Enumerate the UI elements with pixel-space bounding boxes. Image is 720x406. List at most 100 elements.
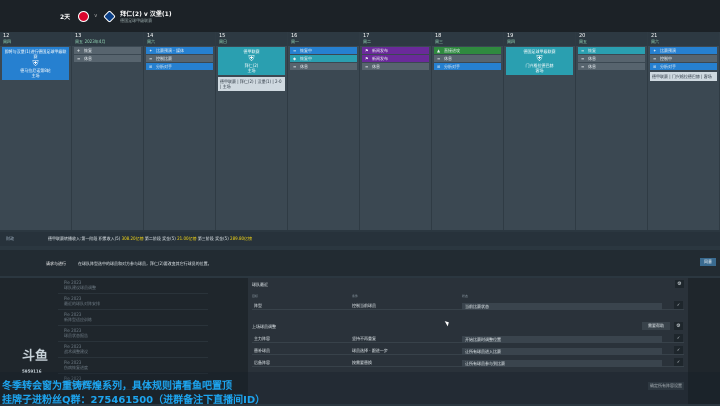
accept-button[interactable]: 同意: [700, 258, 716, 266]
calendar: 12 周四 即将与汉堡(1)进行德国足球甲级联赛 ⛨ 德马拉尼诺第8轮 主场 13 周五 20…: [0, 32, 720, 230]
row-check-icon[interactable]: ✓: [674, 346, 683, 354]
request-text: 在球队阵型选中的球员和对方参与球员，拜仁(2)要改变其它行球员的位置。: [78, 261, 212, 266]
session-item[interactable]: ⚑ 新闻发布: [362, 55, 429, 62]
day-weekday: 周四: [3, 39, 11, 44]
session-item[interactable]: ⊞ 分析对手: [650, 63, 717, 70]
list-item[interactable]: Pie 2023 球队建议球员调整: [58, 278, 208, 294]
session-label: 直接进攻: [444, 48, 460, 53]
session-label: 比赛预演: [660, 48, 676, 53]
session-label: 恢复: [84, 48, 92, 53]
calendar-day-19[interactable]: 19 周四 德国足球甲级联赛 ⛨ 门兴格拉德巴赫 客场: [504, 32, 576, 230]
calendar-day-16[interactable]: 16 周一 ≡ 恢复中 ◆ 恢复中 ≡ 休息: [288, 32, 360, 230]
list-item-text: 战术调整建议: [64, 349, 88, 354]
match-card[interactable]: 德甲联赛 ⛨ 拜仁(2) 主场: [218, 47, 285, 75]
calendar-day-13[interactable]: 13 周五 2023年4月 ✈ 恢复 ≡ 休息: [72, 32, 144, 230]
session-icon: ✈: [77, 48, 81, 53]
panel-row[interactable]: 主力阵容 坚持不再重复 开始比赛时调整位置 ✓: [252, 334, 684, 343]
session-item[interactable]: ⊞ 分析对手: [146, 63, 213, 70]
day-header: 18 周三: [432, 32, 503, 46]
finance-amount-b: 21.00亿镑: [177, 236, 197, 241]
result-record[interactable]: 德甲联赛 | 门兴格拉德巴赫 | 客场: [650, 72, 717, 81]
row-top-check-icon[interactable]: ✓: [674, 301, 683, 309]
session-item[interactable]: ≡ 控制比赛: [146, 55, 213, 62]
session-item[interactable]: ✦ 比赛预演: [650, 47, 717, 54]
card-label: 即将与汉堡(1)进行德国足球甲级联赛: [4, 49, 67, 59]
session-item[interactable]: ≡ 休息: [290, 63, 357, 70]
row-check-icon[interactable]: ✓: [674, 334, 683, 342]
session-icon: ≡: [653, 56, 657, 61]
session-label: 新闻发布: [372, 56, 388, 61]
session-item[interactable]: ✈ 恢复: [74, 47, 141, 54]
section-settings-icon[interactable]: ⚙: [674, 322, 683, 330]
panel-row-top[interactable]: 阵型 控制当前球员 当前比赛状态 ✓: [252, 301, 684, 310]
calendar-day-17[interactable]: 17 周二 ⚑ 新闻发布 ⚑ 新闻发布 ≡ 休息: [360, 32, 432, 230]
row-top-b: 控制当前球员: [352, 303, 376, 308]
result-record[interactable]: 德甲联赛 | 拜仁(2) | 汉堡(1) | 2-0 | 主场: [218, 77, 285, 91]
finance-text-b: 第二阶段 奖金(5): [144, 236, 176, 241]
list-item-text: 伤病恢复进度: [64, 365, 88, 370]
calendar-day-15[interactable]: 15 周日 德甲联赛 ⛨ 拜仁(2) 主场 德甲联赛 | 拜仁(2) | 汉堡(1) | 2…: [216, 32, 288, 230]
row-field[interactable]: 开始比赛时调整位置: [462, 336, 662, 343]
calendar-day-12[interactable]: 12 周四 即将与汉堡(1)进行德国足球甲级联赛 ⛨ 德马拉尼诺第8轮 主场: [0, 32, 72, 230]
session-item[interactable]: ≡ 休息: [578, 63, 645, 70]
list-item[interactable]: Pie 2023 最近的球队对阵安排: [58, 294, 208, 310]
session-item[interactable]: ≡ 恢复中: [290, 47, 357, 54]
row-check-icon[interactable]: ✓: [674, 358, 683, 366]
session-icon: ≡: [437, 56, 441, 61]
session-label: 休息: [588, 64, 596, 69]
request-bar: 请求与进行 在球队阵型选中的球员和对方参与球员，拜仁(2)要改变其它行球员的位置…: [0, 250, 720, 276]
section-help-button[interactable]: 需要帮助: [642, 322, 670, 330]
row-field[interactable]: 让所有球员参与到比赛: [462, 360, 662, 367]
row-top-field[interactable]: 当前比赛状态: [462, 303, 662, 310]
session-icon: ≡: [581, 48, 585, 53]
session-item[interactable]: ⚑ 新闻发布: [362, 47, 429, 54]
session-item[interactable]: ▲ 直接进攻: [434, 47, 501, 54]
session-item[interactable]: ◆ 恢复中: [290, 55, 357, 62]
col-target: 目标: [252, 294, 259, 298]
match-title-block[interactable]: 拜仁(2) v 汉堡(1) 德国足球甲级联赛: [120, 9, 171, 24]
match-card[interactable]: 即将与汉堡(1)进行德国足球甲级联赛 ⛨ 德马拉尼诺第8轮 主场: [2, 47, 69, 80]
session-item[interactable]: ⊞ 分析对手: [434, 63, 501, 70]
list-item[interactable]: Pie 2023 新阵型适应训练: [58, 310, 208, 326]
card-venue: 主场: [247, 68, 256, 73]
session-item[interactable]: ✦ 比赛预演 - 媒体: [146, 47, 213, 54]
record-text: 德甲联赛 | 门兴格拉德巴赫 | 客场: [652, 74, 712, 79]
calendar-day-21[interactable]: 21 周六 ✦ 比赛预演 ≡ 控制中 ⊞ 分析对手德甲联赛 | 门兴格拉德巴赫 | 客场: [648, 32, 720, 230]
row-b: 坚持不再重复: [352, 336, 376, 341]
col-status: 状态: [462, 294, 469, 298]
calendar-day-20[interactable]: 20 周五 ≡ 恢复 ≡ 休息 ≡ 休息: [576, 32, 648, 230]
panel-title: 球队最近: [252, 282, 268, 287]
section-title: 上场球员调整: [252, 324, 276, 329]
session-item[interactable]: ≡ 恢复: [578, 47, 645, 54]
session-item[interactable]: ≡ 休息: [74, 55, 141, 62]
session-label: 控制比赛: [156, 56, 172, 61]
day-header: 21 周六: [648, 32, 719, 46]
panel-row[interactable]: 替补球员 球员选择 · 跟进一步 让所有球员进入比赛 ✓: [252, 346, 684, 355]
calendar-day-18[interactable]: 18 周三 ▲ 直接进攻 ≡ 休息 ⊞ 分析对手: [432, 32, 504, 230]
row-a: 替补球员: [254, 348, 270, 353]
session-icon: ≡: [581, 56, 585, 61]
session-label: 恢复中: [300, 56, 312, 61]
session-item[interactable]: ≡ 控制中: [650, 55, 717, 62]
panel-settings-icon[interactable]: ⚙: [675, 280, 684, 288]
card-venue: 主场: [31, 73, 40, 78]
record-text: 德甲联赛 | 拜仁(2) | 汉堡(1) | 2-0 | 主场: [220, 79, 282, 89]
col-condition: 条件: [352, 294, 359, 298]
day-header: 20 周五: [576, 32, 647, 46]
stream-overlay: 冬季转会窗为重铸辉煌系列，具体规则请看鱼吧置顶 挂牌子进粉丝Q群：2754615…: [0, 372, 720, 406]
overlay-line-1: 冬季转会窗为重铸辉煌系列，具体规则请看鱼吧置顶: [2, 381, 232, 392]
list-item[interactable]: Pie 2023 球员状态报告: [58, 326, 208, 342]
session-item[interactable]: ≡ 休息: [362, 63, 429, 70]
session-item[interactable]: ≡ 休息: [434, 55, 501, 62]
row-field[interactable]: 让所有球员进入比赛: [462, 348, 662, 355]
day-header: 13 周五 2023年4月: [72, 32, 143, 46]
session-icon: ≡: [581, 64, 585, 69]
session-item[interactable]: ≡ 休息: [578, 55, 645, 62]
panel-row[interactable]: 后备阵容 按需要替换 让所有球员参与到比赛 ✓: [252, 358, 684, 367]
calendar-day-14[interactable]: 14 周六 ✦ 比赛预演 - 媒体 ≡ 控制比赛 ⊞ 分析对手: [144, 32, 216, 230]
list-item[interactable]: Pie 2023 战术调整建议: [58, 342, 208, 358]
day-weekday: 周日: [219, 39, 227, 44]
match-card[interactable]: 德国足球甲级联赛 ⛨ 门兴格拉德巴赫 客场: [506, 47, 573, 75]
month-label: 2023年4月: [84, 39, 106, 44]
session-icon: ⚑: [365, 48, 369, 53]
